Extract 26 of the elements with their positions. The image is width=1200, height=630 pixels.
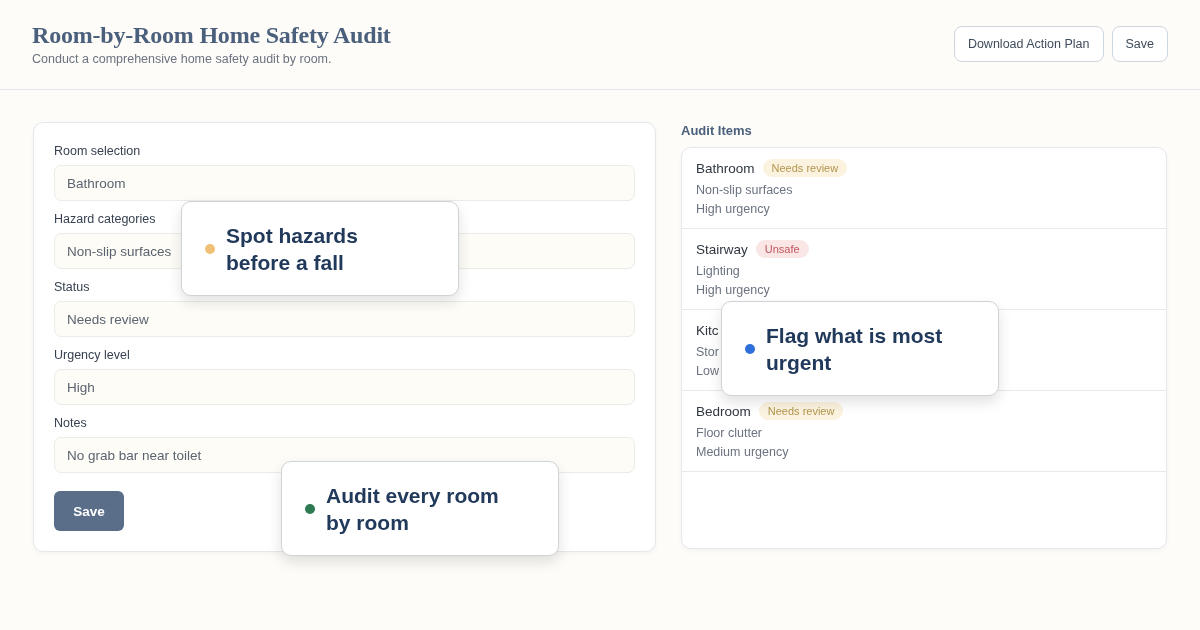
callout-text: Audit every room by room [326,482,500,536]
status-badge: Needs review [762,159,848,177]
field-label: Notes [54,415,88,432]
room-name: Bedroom [696,403,751,419]
urgency-text: High urgency [696,202,770,216]
page-subtitle: Conduct a comprehensive home safety audit by room. [32,52,333,66]
room-name: Bathroom [696,160,755,176]
status-badge: Needs review [758,402,844,420]
field-label: Urgency level [54,347,131,364]
hazard-text: Non-slip surfaces [696,183,793,197]
urgency-text: Medium urgency [696,445,789,459]
field-label: Hazard categories [54,211,157,228]
urgency-text: Low [696,364,719,378]
field-label: Status [54,279,91,296]
field-label: Room selection [54,143,142,160]
callout-text: Spot hazards before a fall [226,222,359,276]
status-badge: Unsafe [755,240,809,258]
urgency-text: High urgency [696,283,770,297]
page-title: Room-by-Room Home Safety Audit [32,22,391,49]
hazard-text: Floor clutter [696,426,762,440]
hazard-text: Stor [696,345,719,359]
section-title: Audit Items [681,123,753,140]
hazard-text: Lighting [696,264,740,278]
room-name: Stairway [696,241,748,257]
room-name: Kitc [696,322,719,338]
callout-text: Flag what is most urgent [766,322,944,376]
